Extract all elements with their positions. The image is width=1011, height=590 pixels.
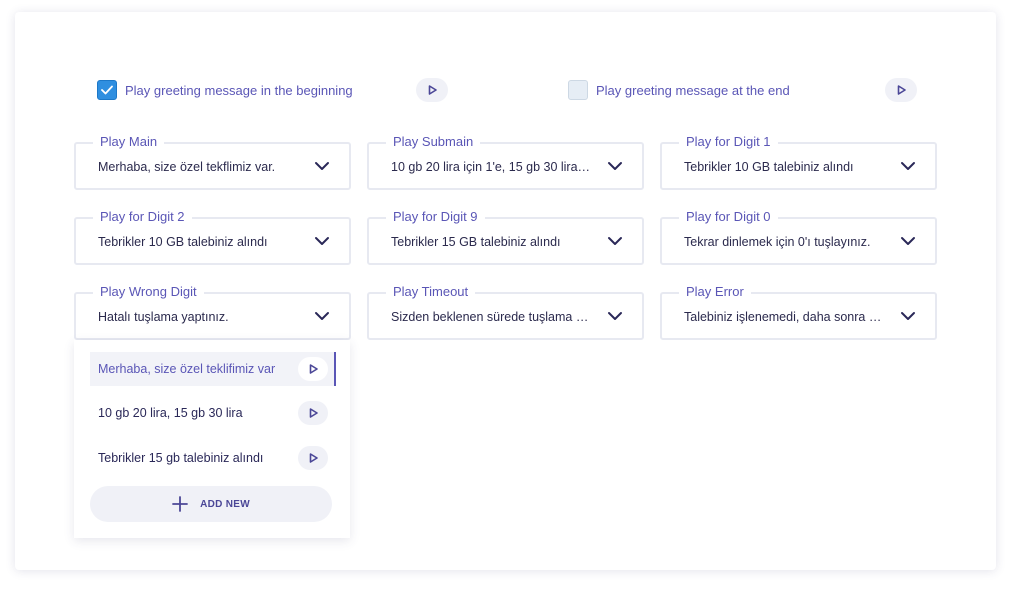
play-main-label: Play Main [93,134,165,150]
play-icon [309,364,318,374]
play-submain-value: 10 gb 20 lira için 1'e, 15 gb 30 lira iç… [391,160,591,174]
add-new-button[interactable]: ADD NEW [90,486,332,522]
greeting-end-checkbox[interactable] [568,80,588,100]
play-submain-label: Play Submain [386,134,481,150]
play-main-value: Merhaba, size özel tekflimiz var. [98,160,276,174]
greeting-start-option[interactable]: Play greeting message in the beginning [97,79,353,101]
play-digit-2-select[interactable]: Play for Digit 2 Tebrikler 10 GB talebin… [74,209,351,265]
greeting-end-label: Play greeting message at the end [596,82,790,98]
chevron-down-icon [315,312,329,320]
greeting-start-play-button[interactable] [416,78,448,102]
check-icon [101,85,113,95]
option-play-button[interactable] [298,401,328,425]
play-error-value: Talebiniz işlenemedi, daha sonra tekrar … [684,310,884,324]
play-digit-9-select[interactable]: Play for Digit 9 Tebrikler 15 GB talebin… [367,209,644,265]
play-digit-2-value: Tebrikler 10 GB talebiniz alındı [98,235,268,249]
play-digit-0-select[interactable]: Play for Digit 0 Tekrar dinlemek için 0'… [660,209,937,265]
option-play-button[interactable] [298,446,328,470]
play-error-label: Play Error [679,284,751,300]
plus-icon [172,496,188,512]
play-digit-0-value: Tekrar dinlemek için 0'ı tuşlayınız. [684,235,871,249]
play-icon [897,85,906,95]
chevron-down-icon [315,237,329,245]
play-timeout-select[interactable]: Play Timeout Sizden beklenen sürede tuşl… [367,284,644,340]
dropdown-option-text: 10 gb 20 lira, 15 gb 30 lira [98,406,243,420]
play-main-select[interactable]: Play Main Merhaba, size özel tekflimiz v… [74,134,351,190]
play-icon [428,85,437,95]
play-wrong-digit-select[interactable]: Play Wrong Digit Hatalı tuşlama yaptınız… [74,284,351,340]
dropdown-option-text: Tebrikler 15 gb talebiniz alındı [98,451,264,465]
add-new-label: ADD NEW [200,498,250,510]
dropdown-option[interactable]: 10 gb 20 lira, 15 gb 30 lira [90,396,334,430]
play-digit-9-value: Tebrikler 15 GB talebiniz alındı [391,235,561,249]
option-play-button[interactable] [298,357,328,381]
play-error-select[interactable]: Play Error Talebiniz işlenemedi, daha so… [660,284,937,340]
play-digit-0-label: Play for Digit 0 [679,209,778,225]
chevron-down-icon [608,162,622,170]
play-digit-1-label: Play for Digit 1 [679,134,778,150]
play-submain-select[interactable]: Play Submain 10 gb 20 lira için 1'e, 15 … [367,134,644,190]
chevron-down-icon [901,162,915,170]
selection-indicator [334,352,336,386]
chevron-down-icon [901,237,915,245]
play-wrong-digit-label: Play Wrong Digit [93,284,204,300]
play-timeout-label: Play Timeout [386,284,476,300]
wrong-digit-dropdown: Merhaba, size özel teklifimiz var 10 gb … [74,340,350,538]
chevron-down-icon [608,312,622,320]
chevron-down-icon [901,312,915,320]
play-digit-2-label: Play for Digit 2 [93,209,192,225]
chevron-down-icon [608,237,622,245]
greeting-end-play-button[interactable] [885,78,917,102]
play-icon [309,408,318,418]
greeting-start-label: Play greeting message in the beginning [125,82,353,98]
dropdown-option[interactable]: Tebrikler 15 gb talebiniz alındı [90,441,334,475]
dropdown-option[interactable]: Merhaba, size özel teklifimiz var [90,352,336,386]
play-wrong-digit-value: Hatalı tuşlama yaptınız. [98,310,229,324]
greeting-start-checkbox[interactable] [97,80,117,100]
play-timeout-value: Sizden beklenen sürede tuşlama yapılmadı [391,310,591,324]
dropdown-option-text: Merhaba, size özel teklifimiz var [98,362,276,376]
greeting-end-option[interactable]: Play greeting message at the end [568,79,790,101]
play-icon [309,453,318,463]
play-digit-1-select[interactable]: Play for Digit 1 Tebrikler 10 GB talebin… [660,134,937,190]
play-digit-9-label: Play for Digit 9 [386,209,485,225]
chevron-down-icon [315,162,329,170]
play-digit-1-value: Tebrikler 10 GB talebiniz alındı [684,160,854,174]
